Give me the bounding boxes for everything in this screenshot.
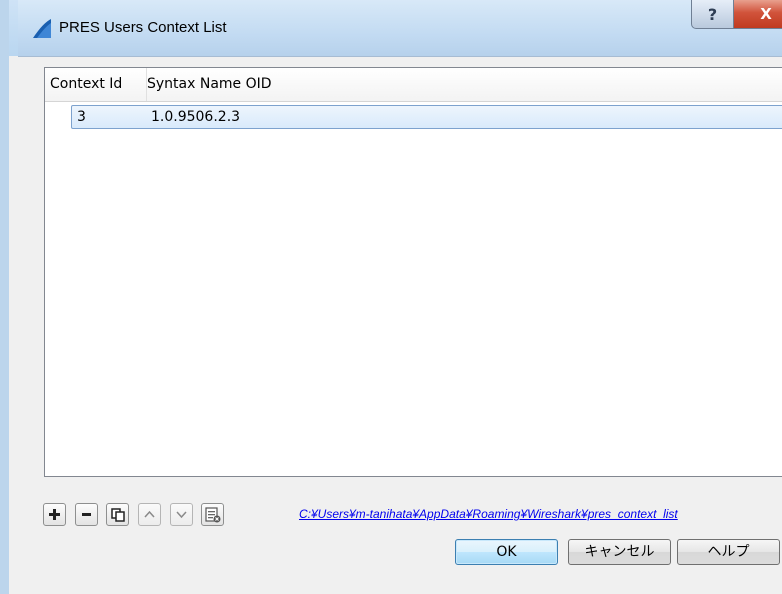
move-down-button[interactable] xyxy=(170,503,193,526)
context-list-table[interactable]: Context Id Syntax Name OID 3 1.0.9506.2.… xyxy=(44,67,782,477)
add-button[interactable] xyxy=(43,503,66,526)
file-path-link[interactable]: C:¥Users¥m-tanihata¥AppData¥Roaming¥Wire… xyxy=(299,507,678,521)
close-icon: X xyxy=(760,5,772,23)
ok-button[interactable]: OK xyxy=(455,539,558,565)
chevron-up-icon xyxy=(144,510,155,518)
column-header-context-id[interactable]: Context Id xyxy=(45,68,147,101)
window-title: PRES Users Context List xyxy=(59,19,227,36)
dialog-body: Context Id Syntax Name OID 3 1.0.9506.2.… xyxy=(18,56,782,594)
table-header: Context Id Syntax Name OID xyxy=(45,68,782,102)
help-title-button[interactable]: ? xyxy=(691,0,734,29)
cell-syntax-name-oid[interactable]: 1.0.9506.2.3 xyxy=(151,106,240,128)
table-row[interactable]: 3 1.0.9506.2.3 xyxy=(71,105,782,129)
question-icon: ? xyxy=(707,4,718,24)
help-button[interactable]: ヘルプ xyxy=(677,539,780,565)
copy-icon xyxy=(110,507,125,522)
column-header-syntax-name-oid[interactable]: Syntax Name OID xyxy=(142,68,782,101)
dialog-window: PRES Users Context List ? X Context Id S… xyxy=(0,0,782,594)
title-bar[interactable]: PRES Users Context List ? X xyxy=(18,0,782,56)
cancel-button[interactable]: キャンセル xyxy=(568,539,671,565)
remove-button[interactable] xyxy=(75,503,98,526)
clear-button[interactable] xyxy=(201,503,224,526)
wireshark-fin-icon xyxy=(31,17,53,39)
minus-icon xyxy=(82,513,91,516)
plus-icon xyxy=(49,509,60,520)
close-button[interactable]: X xyxy=(733,0,782,29)
copy-button[interactable] xyxy=(106,503,129,526)
move-up-button[interactable] xyxy=(138,503,161,526)
chevron-down-icon xyxy=(176,511,187,519)
clear-list-icon xyxy=(204,506,220,522)
cell-context-id[interactable]: 3 xyxy=(77,106,86,128)
